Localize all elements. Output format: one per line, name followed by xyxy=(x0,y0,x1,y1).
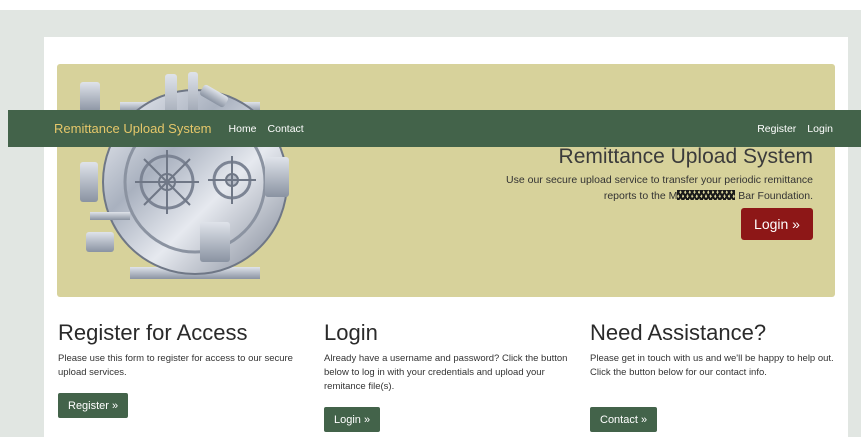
hero-description: Use our secure upload service to transfe… xyxy=(453,172,813,204)
contact-button[interactable]: Contact » xyxy=(590,407,658,432)
nav-right-group: Register Login xyxy=(746,123,833,135)
hero-desc-line2-post: Bar Foundation. xyxy=(735,190,813,202)
assistance-heading: Need Assistance? xyxy=(590,320,767,345)
nav-home-link[interactable]: Home xyxy=(229,123,257,135)
login-column: Login Already have a username and passwo… xyxy=(324,320,569,394)
nav-login-link[interactable]: Login xyxy=(807,123,833,135)
register-heading: Register for Access xyxy=(58,320,248,345)
hero-title: Remittance Upload System xyxy=(558,145,813,168)
register-column: Register for Access Please use this form… xyxy=(58,320,303,380)
nav-contact-link[interactable]: Contact xyxy=(268,123,304,135)
nav-register-link[interactable]: Register xyxy=(757,123,796,135)
login-heading: Login xyxy=(324,320,378,345)
navbar-brand[interactable]: Remittance Upload System xyxy=(54,121,212,136)
assistance-column: Need Assistance? Please get in touch wit… xyxy=(590,320,835,380)
hero-login-button[interactable]: Login » xyxy=(741,208,813,240)
login-text: Already have a username and password? Cl… xyxy=(324,353,568,392)
hero-desc-line1: Use our secure upload service to transfe… xyxy=(506,174,813,186)
hero-desc-line2-pre: reports to the M xyxy=(603,190,678,202)
vault-door-icon xyxy=(80,72,289,279)
top-navbar: Remittance Upload System Home Contact Re… xyxy=(8,110,861,147)
page-top-strip xyxy=(0,0,861,10)
register-button[interactable]: Register » xyxy=(58,393,129,418)
assistance-text: Please get in touch with us and we'll be… xyxy=(590,353,834,378)
login-button[interactable]: Login » xyxy=(324,407,381,432)
register-text: Please use this form to register for acc… xyxy=(58,353,293,378)
redacted-text xyxy=(677,190,736,200)
